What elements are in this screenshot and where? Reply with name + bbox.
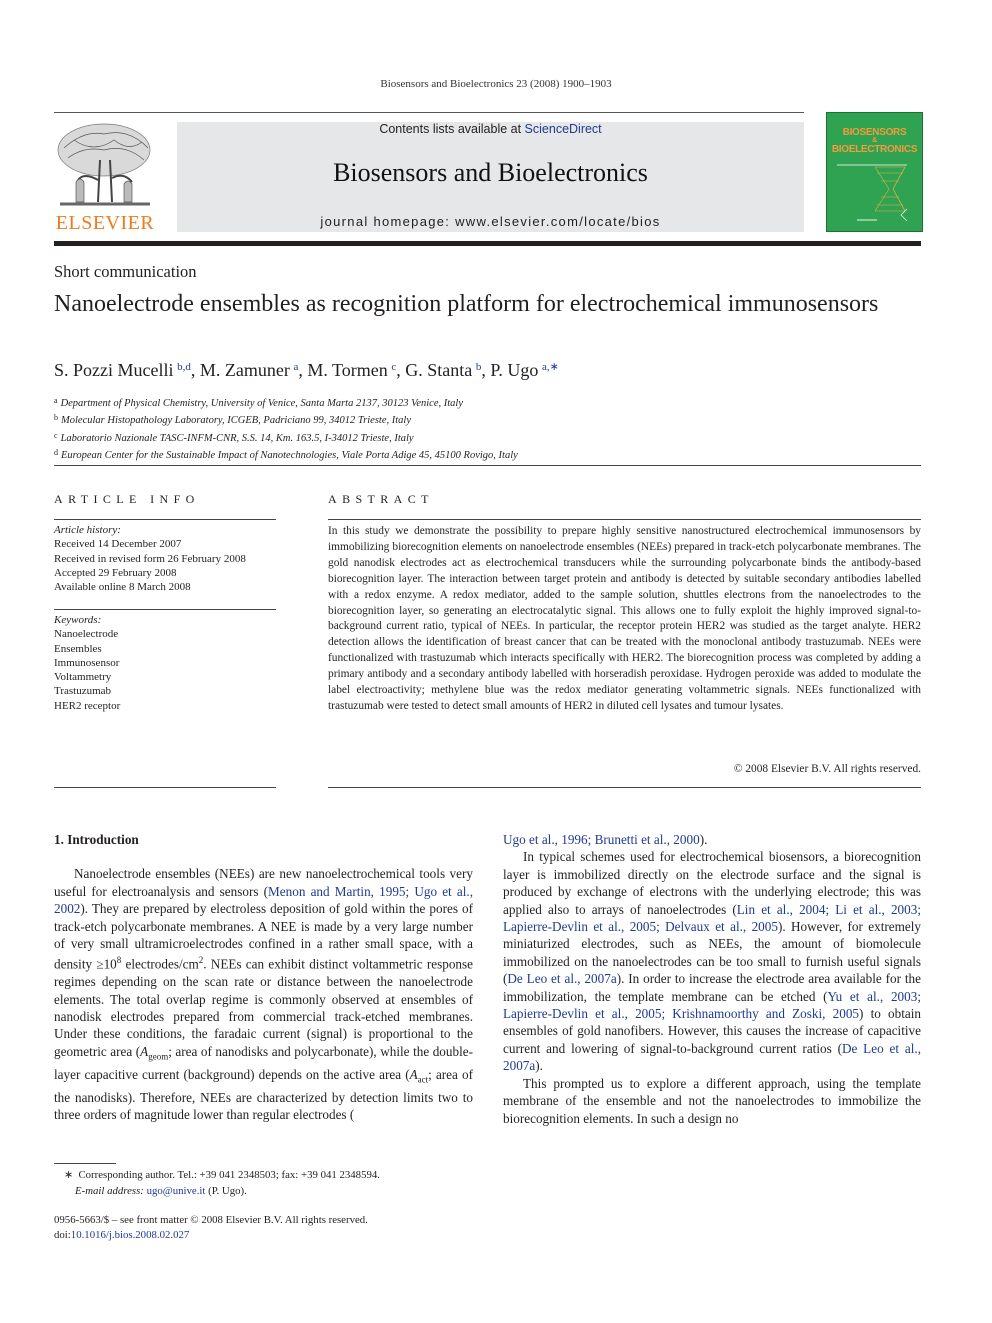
affiliation-item: a Department of Physical Chemistry, Unive… [54,396,463,409]
history-label: Article history: [54,524,121,536]
article-title: Nanoelectrode ensembles as recognition p… [54,291,879,317]
author-list: S. Pozzi Mucelli b,d, M. Zamuner a, M. T… [54,360,559,381]
top-rule-divider [54,112,804,113]
contents-prefix: Contents lists available at [379,122,525,136]
divider [328,787,921,788]
issn-line: 0956-5663/$ – see front matter © 2008 El… [54,1214,368,1226]
divider [328,519,921,520]
footnote-divider [54,1163,116,1164]
doi-link[interactable]: 10.1016/j.bios.2008.02.027 [71,1229,189,1241]
author[interactable]: S. Pozzi Mucelli b,d, [54,360,200,380]
article-info-heading: ARTICLE INFO [54,492,200,506]
intro-paragraph-2: In typical schemes used for electrochemi… [503,849,922,1074]
author[interactable]: P. Ugo a,∗ [490,360,558,380]
front-matter: 0956-5663/$ – see front matter © 2008 El… [54,1213,484,1242]
sciencedirect-link[interactable]: ScienceDirect [525,122,602,136]
body-column-left: 1. Introduction Nanoelectrode ensembles … [54,831,473,1124]
abstract-text: In this study we demonstrate the possibi… [328,525,921,712]
journal-cover-image: BIOSENSORS & BIOELECTRONICS [826,112,923,232]
affiliation-item: b Molecular Histopathology Laboratory, IC… [54,413,411,427]
history-item: Received in revised form 26 February 200… [54,552,246,565]
journal-name: Biosensors and Bioelectronics [333,158,648,187]
keyword-item: HER2 receptor [54,699,121,712]
keywords: Keywords: Nanoelectrode Ensembles Immuno… [54,613,284,713]
author[interactable]: G. Stanta b, [405,360,490,380]
keyword-item: Voltammetry [54,671,112,684]
journal-masthead: Contents lists available at ScienceDirec… [177,122,804,232]
keyword-item: Nanoelectrode [54,628,119,641]
contents-availability-line: Contents lists available at ScienceDirec… [177,122,804,136]
keywords-label: Keywords: [54,614,102,626]
affiliation-item: c Laboratorio Nazionale TASC-INFM-CNR, S.… [54,430,414,444]
abstract-copyright: © 2008 Elsevier B.V. All rights reserved… [733,763,921,775]
email-link[interactable]: ugo@unive.it [147,1185,206,1197]
header-divider [54,465,921,466]
divider [54,609,276,610]
body-column-right: Ugo et al., 1996; Brunetti et al., 2000)… [503,831,921,1127]
affiliation-list: a Department of Physical Chemistry, Unive… [54,394,518,464]
abstract-heading: ABSTRACT [328,492,434,506]
affiliation-item: d European Center for the Sustainable Imp… [54,448,518,462]
keyword-item: Ensembles [54,642,102,655]
author[interactable]: M. Tormen c, [307,360,405,380]
masthead-thick-rule [54,241,921,246]
corresponding-author-footnote: ∗ Corresponding author. Tel.: +39 041 23… [64,1169,380,1197]
author[interactable]: M. Zamuner a, [200,360,307,380]
footnote-marker: ∗ [64,1169,74,1181]
citation-link[interactable]: De Leo et al., 2007a [507,971,616,986]
history-item: Received 14 December 2007 [54,538,182,551]
divider [54,519,276,520]
history-item: Accepted 29 February 2008 [54,566,177,579]
cover-title: BIOSENSORS & BIOELECTRONICS [831,127,918,155]
journal-homepage-link[interactable]: journal homepage: www.elsevier.com/locat… [177,214,804,229]
keyword-item: Immunosensor [54,656,120,669]
article-type: Short communication [54,262,197,281]
section-heading-introduction: 1. Introduction [54,832,139,847]
intro-paragraph-1: Nanoelectrode ensembles (NEEs) are new n… [54,866,473,1123]
divider [54,787,276,788]
citation-link[interactable]: Ugo et al., 1996; Brunetti et al., 2000 [503,832,700,847]
cover-artwork-icon [837,164,908,222]
intro-paragraph-3: This prompted us to explore a different … [503,1075,921,1126]
running-head: Biosensors and Bioelectronics 23 (2008) … [380,78,612,90]
elsevier-wordmark: ELSEVIER [55,212,155,234]
article-history: Article history: Received 14 December 20… [54,523,284,594]
keyword-item: Trastuzumab [54,685,112,698]
intro-paragraph-1-continued: Ugo et al., 1996; Brunetti et al., 2000)… [503,832,708,847]
history-item: Available online 8 March 2008 [54,581,191,594]
